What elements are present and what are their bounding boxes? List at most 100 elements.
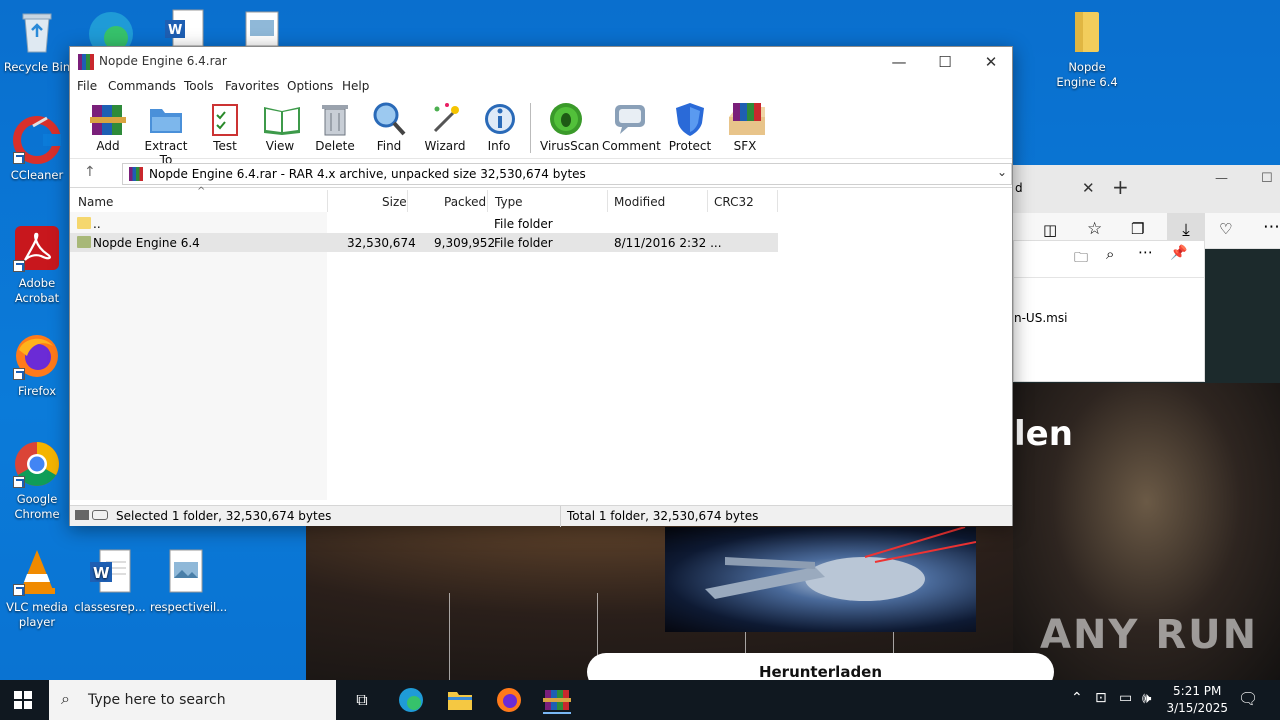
delete-button[interactable]: Delete <box>315 101 355 153</box>
shortcut-arrow-icon <box>13 152 25 164</box>
extract-to-button[interactable]: Extract To <box>138 101 194 167</box>
menu-favorites[interactable]: Favorites <box>225 79 279 93</box>
menu-commands[interactable]: Commands <box>108 79 176 93</box>
minimize-browser-icon[interactable]: — <box>1215 171 1228 186</box>
protect-button[interactable]: Protect <box>668 101 712 153</box>
desktop-icon-recycle-bin[interactable]: Recycle Bin <box>1 8 73 75</box>
row-packed: 9,309,952 <box>434 236 496 250</box>
maximize-button[interactable]: ☐ <box>922 47 968 77</box>
find-button[interactable]: Find <box>370 101 408 153</box>
new-tab-icon[interactable]: + <box>1112 175 1129 199</box>
taskbar-clock[interactable]: 5:21 PM 3/15/2025 <box>1166 683 1228 717</box>
column-divider[interactable] <box>407 190 408 212</box>
table-row[interactable]: .. File folder <box>70 214 778 233</box>
sfx-button[interactable]: SFX <box>724 101 766 153</box>
word-doc-shortcut-icon[interactable]: W <box>163 8 205 47</box>
wizard-label: Wizard <box>424 139 466 153</box>
wizard-button[interactable]: Wizard <box>424 101 466 153</box>
edge-shortcut-icon[interactable] <box>86 6 136 56</box>
virusscan-button[interactable]: VirusScan <box>540 101 599 153</box>
tray-device-icon[interactable]: ⊡ <box>1095 690 1107 706</box>
menu-file[interactable]: File <box>77 79 97 93</box>
column-divider[interactable] <box>707 190 708 212</box>
collections-icon[interactable]: ❐ <box>1131 220 1144 238</box>
column-packed[interactable]: Packed <box>444 195 486 209</box>
column-crc32[interactable]: CRC32 <box>714 195 754 209</box>
column-modified[interactable]: Modified <box>614 195 665 209</box>
menu-tools[interactable]: Tools <box>184 79 214 93</box>
drive-icon <box>75 510 89 520</box>
decor-line <box>449 593 450 680</box>
desktop-icon-vlc[interactable]: VLC media player <box>1 548 73 630</box>
desktop-icon-chrome[interactable]: Google Chrome <box>1 440 73 522</box>
desktop-icon-label: Google Chrome <box>14 492 60 521</box>
edge-taskbar-icon[interactable] <box>397 686 425 714</box>
clock-date: 3/15/2025 <box>1166 701 1228 715</box>
shortcut-arrow-icon <box>13 476 25 488</box>
notification-icon[interactable]: 🗨 <box>1238 689 1258 708</box>
word-doc-icon: W <box>86 548 134 596</box>
test-button[interactable]: Test <box>207 101 243 153</box>
clock-time: 5:21 PM <box>1173 684 1222 698</box>
desktop-icon-acrobat[interactable]: Adobe Acrobat <box>1 224 73 306</box>
column-size[interactable]: Size <box>382 195 407 209</box>
desktop-icon-label: Recycle Bin <box>3 60 71 74</box>
info-button[interactable]: Info <box>482 101 516 153</box>
chevron-down-icon[interactable]: ⌄ <box>997 165 1007 179</box>
task-view-icon[interactable]: ⧉ <box>348 686 376 714</box>
split-screen-icon[interactable]: ◫ <box>1043 221 1057 239</box>
column-divider[interactable] <box>327 190 328 212</box>
menu-options[interactable]: Options <box>287 79 333 93</box>
open-folder-icon[interactable]: 🗀 <box>1074 247 1088 271</box>
row-type: File folder <box>494 217 553 231</box>
rar-archive-icon <box>129 167 143 181</box>
maximize-browser-icon[interactable]: ☐ <box>1261 171 1273 186</box>
desktop-icon-label: Nopde Engine 6.4 <box>1056 60 1118 89</box>
firefox-taskbar-icon[interactable] <box>495 686 523 714</box>
comment-button[interactable]: Comment <box>602 101 661 153</box>
column-divider[interactable] <box>777 190 778 212</box>
column-name[interactable]: Name <box>78 195 113 209</box>
extensions-icon[interactable]: ♡ <box>1219 220 1232 238</box>
file-list-header: Name ^ Size Packed Type Modified CRC32 <box>70 186 1012 212</box>
file-explorer-taskbar-icon[interactable] <box>446 686 474 714</box>
download-button[interactable]: Herunterladen <box>587 653 1054 680</box>
favorites-icon[interactable]: ☆ <box>1087 219 1102 239</box>
add-button[interactable]: Add <box>88 101 128 153</box>
desktop-icon-firefox[interactable]: Firefox <box>1 332 73 399</box>
column-divider[interactable] <box>607 190 608 212</box>
close-tab-icon[interactable]: ✕ <box>1082 179 1095 197</box>
windows-start-icon[interactable] <box>14 691 32 712</box>
taskbar-search-box[interactable]: ⌕ Type here to search <box>49 680 336 720</box>
pin-icon[interactable]: 📌 <box>1170 245 1187 261</box>
table-row-selected[interactable]: Nopde Engine 6.4 32,530,674 9,309,952 Fi… <box>70 233 778 252</box>
desktop-icon-word-doc[interactable]: W classesrep... <box>74 548 146 615</box>
minimize-button[interactable]: — <box>876 47 922 77</box>
row-name: Nopde Engine 6.4 <box>93 236 200 250</box>
desktop-icon-nopde-folder[interactable]: Nopde Engine 6.4 <box>1051 8 1123 90</box>
status-divider <box>560 506 561 527</box>
desktop-icon-label: CCleaner <box>10 168 64 182</box>
column-type[interactable]: Type <box>495 195 523 209</box>
tray-chevron-up-icon[interactable]: ⌃ <box>1071 690 1083 706</box>
volume-icon[interactable]: 🕪 <box>1142 689 1151 707</box>
desktop-icon-label: Adobe Acrobat <box>14 276 60 305</box>
browser-tab-title-fragment: d <box>1015 181 1023 195</box>
folder-icon <box>77 217 91 229</box>
network-icon[interactable]: ▭ <box>1119 690 1132 706</box>
column-divider[interactable] <box>487 190 488 212</box>
menu-help[interactable]: Help <box>342 79 369 93</box>
close-button[interactable]: ✕ <box>968 47 1014 77</box>
up-arrow-icon[interactable]: ↑ <box>84 164 96 180</box>
desktop-icon-ccleaner[interactable]: CCleaner <box>1 116 73 183</box>
desktop-icon-image-file[interactable]: respectiveil... <box>150 548 227 615</box>
add-label: Add <box>96 139 120 153</box>
downloads-more-icon[interactable]: ⋯ <box>1138 243 1153 261</box>
search-downloads-icon[interactable]: ⌕ <box>1106 245 1114 263</box>
address-bar[interactable]: Nopde Engine 6.4.rar - RAR 4.x archive, … <box>122 163 1012 185</box>
view-button[interactable]: View <box>258 101 302 153</box>
image-file-shortcut-icon[interactable] <box>244 10 280 47</box>
download-item-name[interactable]: n-US.msi <box>1014 311 1067 325</box>
winrar-taskbar-icon[interactable] <box>543 686 571 714</box>
more-menu-icon[interactable]: ⋯ <box>1263 217 1280 237</box>
